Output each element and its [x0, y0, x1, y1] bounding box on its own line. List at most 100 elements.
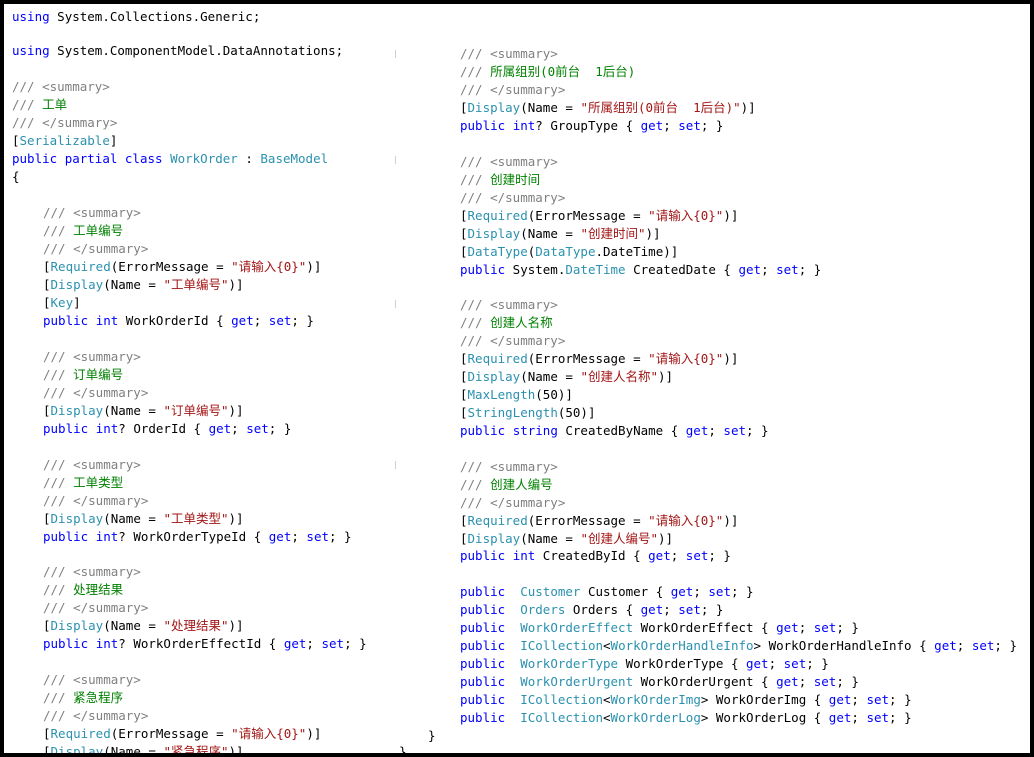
- code-line[interactable]: /// <summary>: [43, 563, 141, 581]
- code-line[interactable]: /// <summary>: [43, 204, 141, 222]
- code-line[interactable]: [DataType(DataType.DateTime)]: [460, 243, 678, 261]
- code-line[interactable]: public ICollection<WorkOrderImg> WorkOrd…: [460, 691, 912, 709]
- code-line[interactable]: public string CreatedByName { get; set; …: [460, 422, 769, 440]
- code-line[interactable]: public ICollection<WorkOrderLog> WorkOrd…: [460, 709, 912, 727]
- code-token: )]: [723, 513, 739, 528]
- code-line[interactable]: /// </summary>: [43, 492, 148, 510]
- code-line[interactable]: [Display(Name = "订单编号")]: [43, 402, 244, 420]
- code-line[interactable]: /// </summary>: [43, 384, 148, 402]
- code-token: <: [603, 638, 611, 653]
- code-token: ///: [460, 315, 483, 330]
- code-line[interactable]: [Required(ErrorMessage = "请输入{0}")]: [43, 258, 321, 276]
- code-line[interactable]: /// <summary>: [460, 45, 558, 63]
- code-line[interactable]: public int WorkOrderId { get; set; }: [43, 312, 314, 330]
- code-token: set: [866, 710, 890, 725]
- code-line[interactable]: public WorkOrderUrgent WorkOrderUrgent {…: [460, 673, 859, 691]
- code-line[interactable]: public Orders Orders { get; set; }: [460, 601, 723, 619]
- code-line[interactable]: [Required(ErrorMessage = "请输入{0}")]: [460, 512, 738, 530]
- code-line[interactable]: using System.ComponentModel.DataAnnotati…: [12, 42, 343, 60]
- code-line[interactable]: public int CreatedById { get; set; }: [460, 547, 731, 565]
- code-token: get: [208, 421, 232, 436]
- code-line[interactable]: /// <summary>: [460, 458, 558, 476]
- code-token: Display: [467, 100, 521, 115]
- code-token: (ErrorMessage =: [527, 513, 649, 528]
- code-line[interactable]: [Display(Name = "创建时间")]: [460, 225, 661, 243]
- code-line[interactable]: /// </summary>: [460, 81, 565, 99]
- code-token: ;: [851, 692, 867, 707]
- code-token: public: [460, 602, 506, 617]
- code-line[interactable]: public int? WorkOrderEffectId { get; set…: [43, 635, 367, 653]
- code-line[interactable]: /// 所属组别(0前台 1后台): [460, 63, 635, 81]
- code-line[interactable]: [Required(ErrorMessage = "请输入{0}")]: [460, 207, 738, 225]
- code-token: /// </summary>: [460, 82, 566, 97]
- code-line[interactable]: [Display(Name = "处理结果")]: [43, 617, 244, 635]
- code-line[interactable]: /// <summary>: [460, 296, 558, 314]
- code-line[interactable]: [StringLength(50)]: [460, 404, 595, 422]
- code-token: set: [268, 313, 292, 328]
- code-line[interactable]: [Display(Name = "工单类型")]: [43, 510, 244, 528]
- code-line[interactable]: public Customer Customer { get; set; }: [460, 583, 754, 601]
- code-line[interactable]: /// 创建人名称: [460, 314, 553, 332]
- code-line[interactable]: {: [12, 168, 20, 186]
- code-token: )]: [306, 726, 322, 741]
- code-line[interactable]: [Display(Name = "创建人编号")]: [460, 530, 673, 548]
- code-line[interactable]: /// 处理结果: [43, 581, 123, 599]
- code-line[interactable]: public WorkOrderType WorkOrderType { get…: [460, 655, 829, 673]
- code-line[interactable]: /// <summary>: [43, 456, 141, 474]
- code-line[interactable]: [Required(ErrorMessage = "请输入{0}")]: [460, 350, 738, 368]
- code-line[interactable]: public ICollection<WorkOrderHandleInfo> …: [460, 637, 1017, 655]
- code-token: set: [685, 548, 709, 563]
- code-token: ; }: [798, 262, 822, 277]
- code-token: Orders {: [565, 602, 641, 617]
- code-line[interactable]: }: [399, 743, 407, 753]
- code-token: 紧急程序: [65, 690, 124, 705]
- code-token: public: [460, 262, 506, 277]
- code-line[interactable]: using System.Collections.Generic;: [12, 8, 260, 26]
- code-line[interactable]: [Display(Name = "所属组别(0前台 1后台)")]: [460, 99, 756, 117]
- code-token: public: [460, 710, 506, 725]
- code-line[interactable]: /// </summary>: [460, 494, 565, 512]
- code-token: .DateTime)]: [595, 244, 679, 259]
- code-line[interactable]: }: [428, 727, 436, 745]
- code-line[interactable]: [Display(Name = "工单编号")]: [43, 276, 244, 294]
- code-token: int: [512, 548, 536, 563]
- code-line[interactable]: [Display(Name = "紧急程序")]: [43, 743, 244, 753]
- code-line[interactable]: /// </summary>: [460, 189, 565, 207]
- code-line[interactable]: public int? GroupType { get; set; }: [460, 117, 723, 135]
- code-line[interactable]: /// 创建人编号: [460, 476, 553, 494]
- code-line[interactable]: /// <summary>: [43, 348, 141, 366]
- code-token: Display: [467, 531, 521, 546]
- code-line[interactable]: [Key]: [43, 294, 81, 312]
- code-line[interactable]: /// 创建时间: [460, 171, 540, 189]
- code-line[interactable]: /// 工单: [12, 96, 67, 114]
- code-line[interactable]: /// </summary>: [460, 332, 565, 350]
- code-line[interactable]: /// </summary>: [12, 114, 117, 132]
- code-line[interactable]: /// 工单编号: [43, 222, 123, 240]
- code-line[interactable]: public int? OrderId { get; set; }: [43, 420, 291, 438]
- code-line[interactable]: public int? WorkOrderTypeId { get; set; …: [43, 528, 352, 546]
- code-line[interactable]: [Required(ErrorMessage = "请输入{0}")]: [43, 725, 321, 743]
- code-line[interactable]: /// <summary>: [12, 78, 110, 96]
- code-token: public: [460, 656, 506, 671]
- code-line[interactable]: [MaxLength(50)]: [460, 386, 573, 404]
- code-line[interactable]: [Display(Name = "创建人名称")]: [460, 368, 673, 386]
- code-line[interactable]: /// 紧急程序: [43, 689, 123, 707]
- code-line[interactable]: /// <summary>: [43, 671, 141, 689]
- code-token: )]: [228, 511, 244, 526]
- code-token: public: [43, 636, 89, 651]
- code-line[interactable]: /// </summary>: [43, 240, 148, 258]
- code-line[interactable]: /// 订单编号: [43, 366, 123, 384]
- code-token: get: [776, 620, 799, 635]
- code-line[interactable]: /// <summary>: [460, 153, 558, 171]
- code-line[interactable]: public partial class WorkOrder : BaseMod…: [12, 150, 328, 168]
- code-line[interactable]: /// </summary>: [43, 707, 148, 725]
- code-line[interactable]: public WorkOrderEffect WorkOrderEffect {…: [460, 619, 859, 637]
- code-line[interactable]: /// </summary>: [43, 599, 148, 617]
- code-line[interactable]: public System.DateTime CreatedDate { get…: [460, 261, 821, 279]
- code-token: )]: [306, 259, 322, 274]
- code-line[interactable]: /// 工单类型: [43, 474, 123, 492]
- code-line[interactable]: [Serializable]: [12, 132, 117, 150]
